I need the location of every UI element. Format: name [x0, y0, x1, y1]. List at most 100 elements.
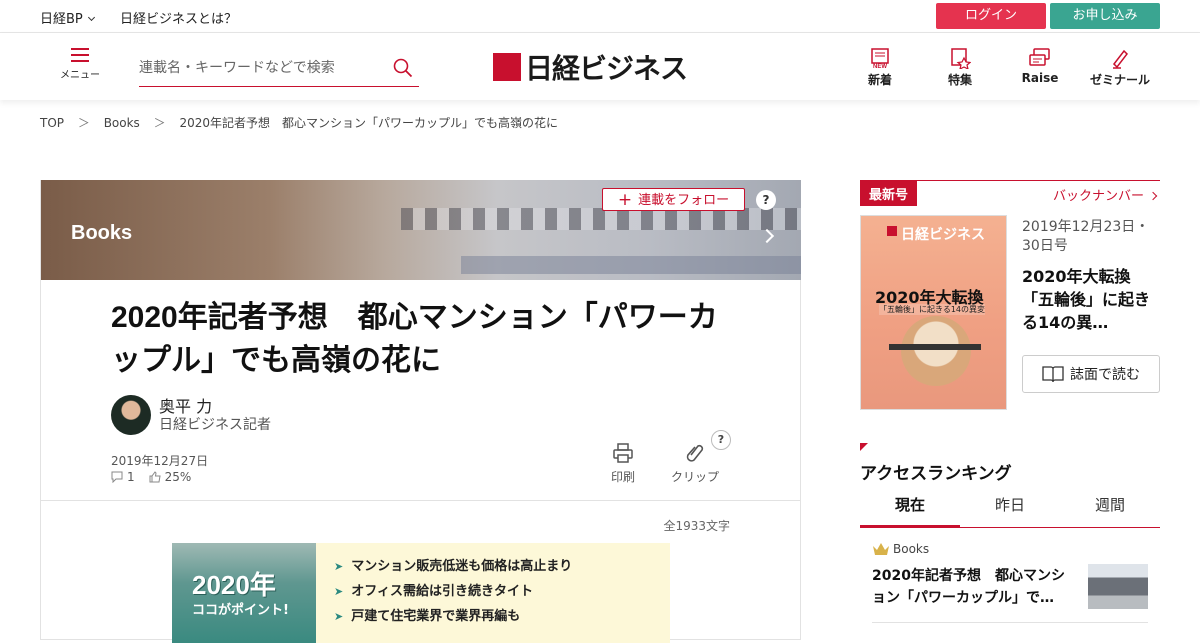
clip-button[interactable]: クリップ	[671, 442, 719, 485]
cover-barbell	[889, 344, 981, 350]
banner-image-strip	[461, 256, 801, 274]
infographic-year-panel: 2020年 ココがポイント!	[172, 543, 316, 643]
nikkei-bp-dropdown[interactable]: 日経BP	[40, 8, 95, 27]
new-icon: NEW	[871, 48, 889, 69]
issue-title[interactable]: 2020年大転換「五輪後」に起きる14の異…	[1022, 265, 1162, 334]
site-logo[interactable]: 日経ビジネス	[493, 49, 688, 85]
nav-new-label: 新着	[867, 73, 892, 87]
ranking-item-thumbnail[interactable]	[1088, 564, 1148, 609]
paperclip-icon	[686, 444, 704, 462]
menu-button[interactable]: メニュー	[58, 48, 102, 88]
breadcrumb-separator: ＞	[77, 116, 90, 130]
svg-text:NEW: NEW	[873, 64, 887, 69]
nav-feature-label: 特集	[947, 73, 972, 87]
character-count: 全1933文字	[663, 519, 730, 533]
print-button[interactable]: 印刷	[611, 442, 635, 485]
nav-new[interactable]: NEW 新着	[845, 47, 915, 88]
feature-icon	[951, 48, 971, 69]
infographic-bullet: オフィス需給は引き続きタイト	[334, 580, 533, 599]
author-avatar[interactable]	[111, 395, 151, 435]
author-role: 日経ビジネス記者	[159, 417, 271, 433]
about-link[interactable]: 日経ビジネスとは？	[120, 8, 237, 27]
search-input[interactable]	[139, 53, 379, 83]
ranking-flag	[860, 443, 868, 451]
ranking-item-title[interactable]: 2020年記者予想 都心マンション「パワーカップル」で…	[872, 565, 1078, 609]
follow-label: 連載をフォロー	[638, 193, 730, 208]
infographic-bullet: マンション販売低迷も価格は高止まり	[334, 555, 572, 574]
back-numbers-label: バックナンバー	[1052, 189, 1144, 204]
print-label: 印刷	[611, 470, 636, 484]
help-icon[interactable]: ?	[756, 190, 776, 210]
infographic-year: 2020年	[192, 570, 276, 600]
hamburger-icon	[71, 48, 89, 62]
logo-mark	[493, 53, 521, 81]
search-icon[interactable]	[393, 58, 413, 82]
cover-logo: 日経ビジネス	[901, 227, 985, 243]
infographic-bullet: 戸建て住宅業界で業界再編も	[334, 605, 520, 624]
infographic-bullets: マンション販売低迷も価格は高止まり オフィス需給は引き続きタイト 戸建て住宅業界…	[316, 543, 670, 643]
crown-icon	[873, 543, 889, 555]
tab-now[interactable]: 現在	[860, 492, 960, 528]
printer-icon	[613, 443, 633, 463]
ranking-item-category: Books	[872, 542, 929, 556]
category-banner[interactable]: Books + 連載をフォロー ?	[41, 180, 801, 280]
nav-seminar[interactable]: ゼミナール	[1085, 47, 1155, 88]
apply-button[interactable]: お申し込み	[1050, 3, 1160, 29]
latest-issue-badge: 最新号	[860, 181, 918, 206]
comment-icon[interactable]	[111, 471, 123, 483]
read-magazine-label: 誌面で読む	[1070, 367, 1140, 383]
tab-weekly[interactable]: 週間	[1060, 492, 1160, 527]
read-magazine-button[interactable]: 誌面で読む	[1022, 355, 1160, 393]
comment-count[interactable]: 1	[127, 470, 135, 484]
clip-help-icon[interactable]: ?	[711, 430, 731, 450]
chevron-down-icon	[87, 13, 95, 22]
ranking-title: アクセスランキング	[860, 464, 1012, 484]
plus-icon: +	[617, 190, 633, 210]
category-title: Books	[71, 222, 133, 244]
latest-issue-header: 最新号 バックナンバー	[860, 180, 1160, 206]
issue-date: 2019年12月23日・30日号	[1022, 219, 1150, 254]
nikkei-bp-label: 日経BP	[40, 12, 83, 27]
publish-date: 2019年12月27日	[111, 454, 209, 468]
breadcrumb: TOP ＞ Books ＞ 2020年記者予想 都心マンション「パワーカップル」…	[40, 114, 568, 131]
article-infographic: 2020年 ココがポイント! マンション販売低迷も価格は高止まり オフィス需給は…	[172, 543, 670, 643]
site-header: メニュー 日経ビジネス NEW 新着 特集 Raise ゼミナール	[0, 33, 1200, 100]
clip-label: クリップ	[671, 470, 720, 484]
ranking-category-label: Books	[893, 542, 930, 556]
article-card: Books + 連載をフォロー ? 2020年記者予想 都心マンション「パワーカッ…	[40, 180, 801, 643]
like-ratio: 25%	[164, 470, 192, 484]
search-box	[139, 53, 419, 87]
cover-logo-mark	[887, 226, 897, 236]
ranking-tabs: 現在 昨日 週間	[860, 492, 1160, 528]
menu-label: メニュー	[60, 70, 100, 81]
like-icon[interactable]	[149, 471, 161, 483]
logo-text: 日経ビジネス	[525, 52, 688, 85]
divider	[41, 500, 801, 501]
open-book-icon	[1042, 366, 1064, 383]
seminar-icon	[1113, 49, 1128, 69]
article-title: 2020年記者予想 都心マンション「パワーカップル」でも高嶺の花に	[111, 301, 718, 377]
breadcrumb-books[interactable]: Books	[104, 116, 140, 130]
breadcrumb-current: 2020年記者予想 都心マンション「パワーカップル」でも高嶺の花に	[179, 116, 559, 130]
infographic-point: ココがポイント!	[192, 603, 289, 618]
raise-icon	[1029, 48, 1050, 66]
cover-illustration	[901, 316, 971, 386]
nav-raise-label: Raise	[1021, 71, 1059, 85]
nav-seminar-label: ゼミナール	[1089, 73, 1150, 87]
banner-image	[401, 208, 801, 230]
back-numbers-link[interactable]: バックナンバー	[1052, 185, 1158, 204]
follow-series-button[interactable]: + 連載をフォロー	[602, 188, 745, 211]
tab-yesterday[interactable]: 昨日	[960, 492, 1060, 527]
magazine-cover[interactable]: 日経ビジネス 2020年大転換 「五輪後」に起きる14の異変	[860, 215, 1007, 410]
chevron-right-icon[interactable]	[759, 228, 775, 244]
divider	[872, 622, 1148, 623]
top-bar: 日経BP 日経ビジネスとは？ ログイン お申し込み	[0, 0, 1200, 33]
cover-subline: 「五輪後」に起きる14の異変	[879, 304, 986, 315]
nav-raise[interactable]: Raise	[1005, 47, 1075, 85]
breadcrumb-separator: ＞	[153, 116, 166, 130]
article-stats: 1 25%	[111, 470, 191, 484]
login-button[interactable]: ログイン	[936, 3, 1046, 29]
breadcrumb-top[interactable]: TOP	[40, 116, 64, 130]
nav-feature[interactable]: 特集	[925, 47, 995, 88]
chevron-right-icon	[1148, 191, 1158, 201]
